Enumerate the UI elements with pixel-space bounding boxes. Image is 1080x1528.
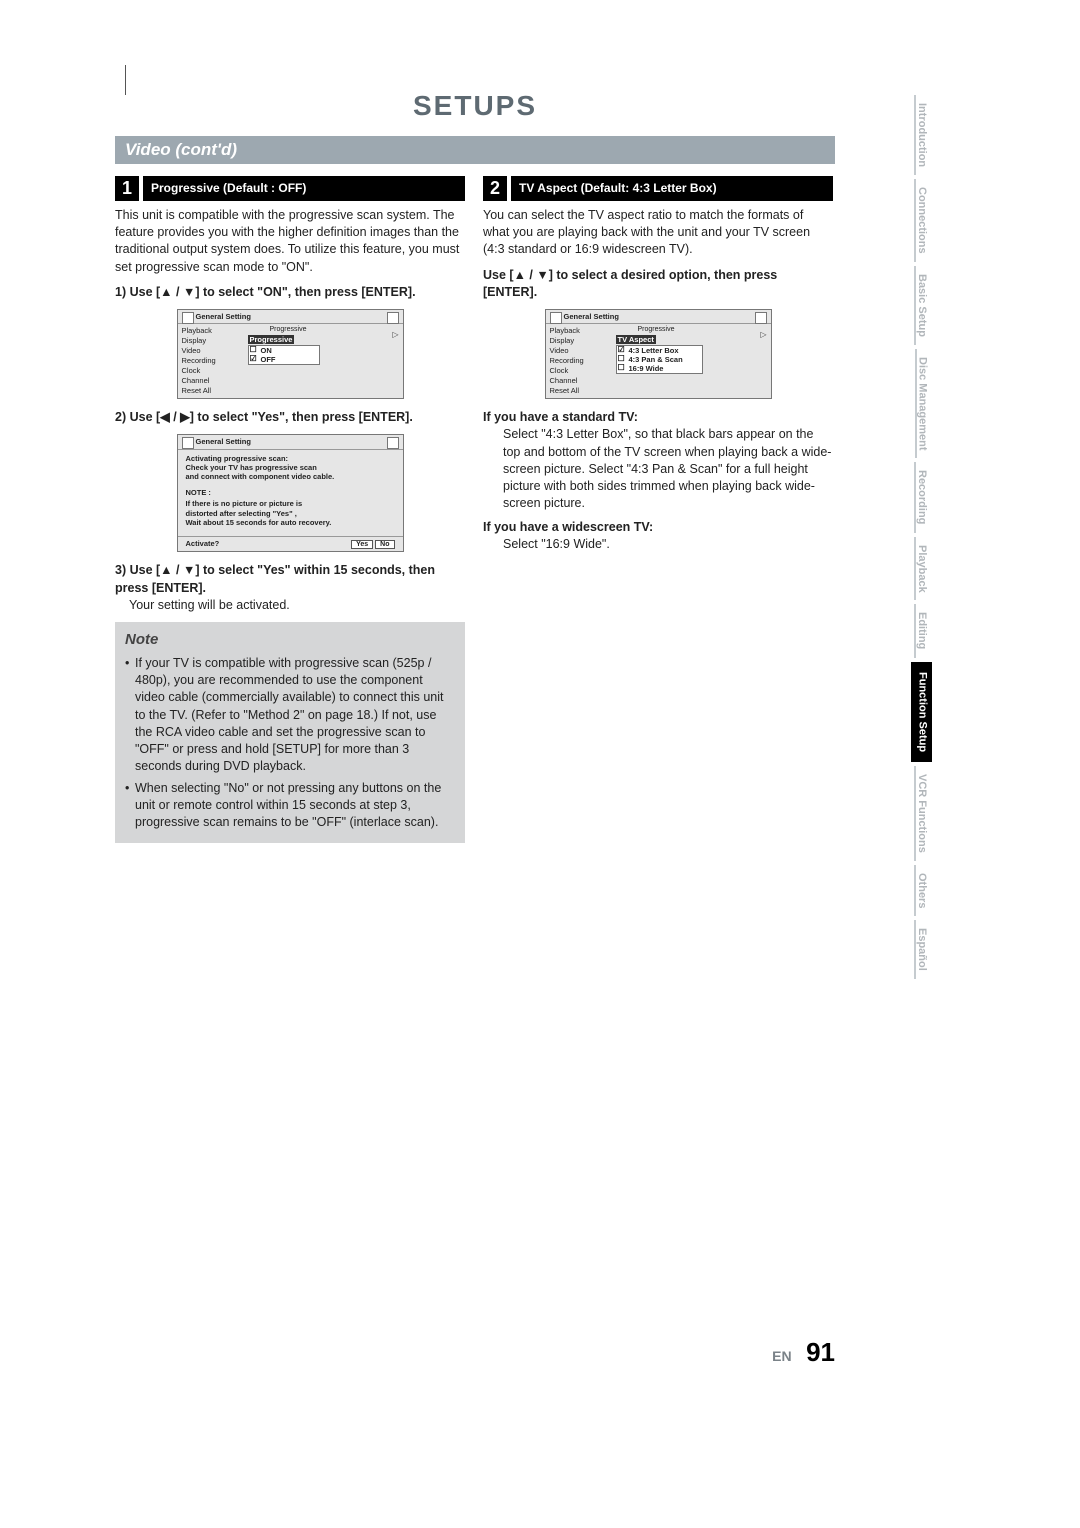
note-box: Note •If your TV is compatible with prog… <box>115 622 465 843</box>
step-2-label: TV Aspect (Default: 4:3 Letter Box) <box>511 176 833 201</box>
right-column: 2 TV Aspect (Default: 4:3 Letter Box) Yo… <box>483 176 833 843</box>
osd-tvaspect: General Setting Playback Display Video R… <box>545 309 772 399</box>
progressive-intro: This unit is compatible with the progres… <box>115 207 465 276</box>
standard-tv-heading: If you have a standard TV: <box>483 409 833 426</box>
osd-options: 4:3 Letter Box 4:3 Pan & Scan 16:9 Wide <box>616 345 703 374</box>
step-3-instruction: 3) Use [▲ / ▼] to select "Yes" within 15… <box>115 563 435 594</box>
arrow-right-icon: ▷ <box>760 330 766 340</box>
osd-confirm: General Setting Activating progressive s… <box>177 434 404 552</box>
step-2-instruction: 2) Use [◀ / ▶] to select "Yes", then pre… <box>115 409 465 426</box>
osd-confirm-title: General Setting <box>178 435 403 449</box>
step-number-2: 2 <box>483 176 507 201</box>
step-2-header: 2 TV Aspect (Default: 4:3 Letter Box) <box>483 176 833 201</box>
tab-introduction[interactable]: Introduction <box>914 95 928 175</box>
tab-function-setup[interactable]: Function Setup <box>911 662 932 762</box>
widescreen-tv-body: Select "16:9 Wide". <box>483 536 833 553</box>
step-number-1: 1 <box>115 176 139 201</box>
side-tabs: Introduction Connections Basic Setup Dis… <box>907 95 935 983</box>
tab-basic-setup[interactable]: Basic Setup <box>914 266 928 345</box>
tab-disc-management[interactable]: Disc Management <box>915 349 928 459</box>
standard-tv-body: Select "4:3 Letter Box", so that black b… <box>483 426 833 512</box>
page-title: SETUPS <box>115 90 835 122</box>
osd-selected-item: TV Aspect <box>616 335 656 344</box>
osd-options: ON OFF <box>248 345 320 365</box>
step-1-instruction: 1) Use [▲ / ▼] to select "ON", then pres… <box>115 284 465 301</box>
note-heading: Note <box>125 630 455 651</box>
osd-menu-list: Playback Display Video Recording Clock C… <box>546 324 612 398</box>
no-button: No <box>375 540 394 549</box>
tab-connections[interactable]: Connections <box>914 179 928 262</box>
osd-selected-item: Progressive <box>248 335 295 344</box>
section-header: Video (cont'd) <box>115 136 835 164</box>
page-content: SETUPS Video (cont'd) 1 Progressive (Def… <box>115 90 835 843</box>
step-3-result: Your setting will be activated. <box>115 597 290 614</box>
yes-button: Yes <box>351 540 373 549</box>
widescreen-tv-heading: If you have a widescreen TV: <box>483 519 833 536</box>
note-bullet-2: When selecting "No" or not pressing any … <box>135 780 455 832</box>
osd-title: General Setting <box>178 310 403 324</box>
step-1-label: Progressive (Default : OFF) <box>143 176 465 201</box>
osd-progressive: General Setting Playback Display Video R… <box>177 309 404 399</box>
tab-vcr-functions[interactable]: VCR Functions <box>914 766 928 861</box>
left-column: 1 Progressive (Default : OFF) This unit … <box>115 176 465 843</box>
footer-page-number: 91 <box>806 1337 835 1367</box>
tvaspect-intro: You can select the TV aspect ratio to ma… <box>483 207 833 259</box>
tab-playback[interactable]: Playback <box>914 537 928 601</box>
tab-editing[interactable]: Editing <box>914 604 928 657</box>
osd-menu-list: Playback Display Video Recording Clock C… <box>178 324 244 398</box>
step-1-header: 1 Progressive (Default : OFF) <box>115 176 465 201</box>
arrow-right-icon: ▷ <box>392 330 398 340</box>
page-footer: EN 91 <box>0 1337 835 1368</box>
tab-others[interactable]: Others <box>914 865 928 916</box>
note-bullet-1: If your TV is compatible with progressiv… <box>135 655 455 776</box>
footer-lang: EN <box>772 1348 791 1364</box>
tab-espanol[interactable]: Español <box>914 920 928 979</box>
tvaspect-instruction: Use [▲ / ▼] to select a desired option, … <box>483 267 833 302</box>
tab-recording[interactable]: Recording <box>914 462 928 532</box>
